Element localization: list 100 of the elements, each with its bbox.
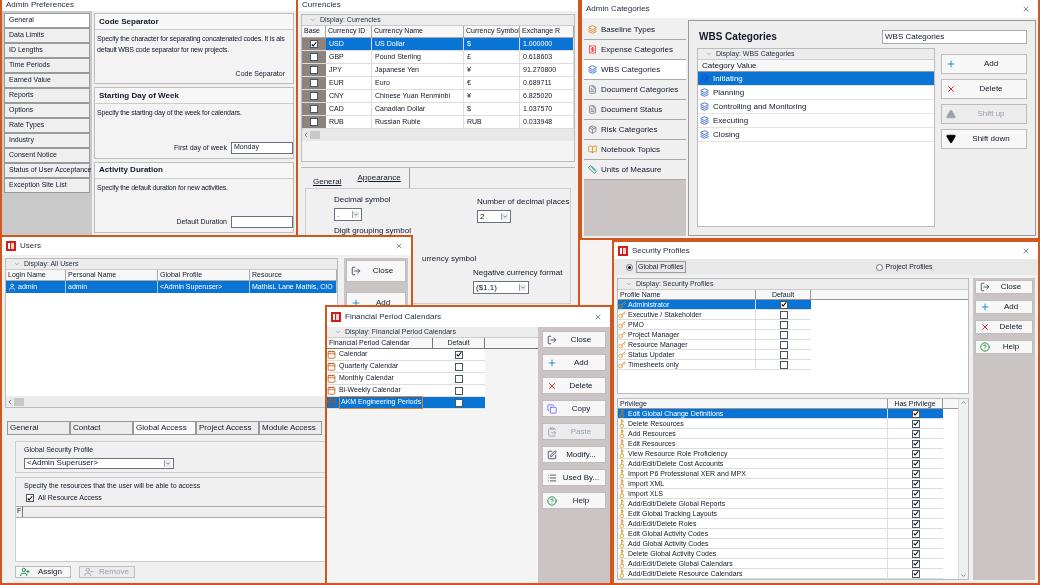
app-icon <box>6 241 16 251</box>
down-triangle-icon <box>946 134 956 144</box>
close-button[interactable]: Close <box>346 260 406 282</box>
list-row[interactable]: Closing <box>698 128 934 142</box>
delete-button[interactable]: Delete <box>542 377 606 394</box>
sidebar-item[interactable]: Document Status <box>584 100 686 120</box>
checkbox[interactable] <box>911 509 920 518</box>
box-icon <box>588 125 597 134</box>
modify-button[interactable]: Modify... <box>542 446 606 463</box>
tab[interactable]: Contact <box>70 421 133 435</box>
sidebar-item[interactable]: Notebook Topics <box>584 140 686 160</box>
column-header[interactable]: Category Value <box>698 60 934 72</box>
scroll-left-icon[interactable] <box>302 131 310 139</box>
checkbox[interactable] <box>455 362 463 371</box>
dropdown[interactable]: <Admin Superuser> <box>24 457 174 469</box>
field-label: Digit grouping symbol <box>334 225 411 237</box>
tab[interactable]: General <box>309 176 346 188</box>
sidebar-item[interactable]: WBS Categories <box>584 60 686 80</box>
checkbox[interactable] <box>911 479 920 488</box>
checkbox[interactable] <box>911 499 920 508</box>
checkbox[interactable] <box>911 549 920 558</box>
checkbox[interactable] <box>911 569 920 578</box>
dropdown[interactable]: . <box>334 208 362 221</box>
checkbox[interactable] <box>911 419 920 428</box>
section-heading: Starting Day of Week <box>95 88 293 105</box>
checkbox[interactable] <box>911 489 920 498</box>
sidebar-item[interactable]: Risk Categories <box>584 120 686 140</box>
sidebar-item[interactable]: Expense Categories <box>584 40 686 60</box>
dropdown[interactable]: 2 <box>476 210 511 223</box>
tab[interactable]: General <box>7 421 70 435</box>
checkbox[interactable] <box>779 320 788 329</box>
tab[interactable]: Project Access <box>196 421 259 435</box>
tab[interactable]: Appearance <box>353 168 410 188</box>
document-icon <box>588 105 597 114</box>
scrollbar-thumb[interactable] <box>14 397 24 406</box>
checkbox[interactable] <box>779 340 788 349</box>
checkbox[interactable] <box>455 350 463 359</box>
add-button[interactable]: Add <box>941 54 1027 74</box>
window-title: Financial Period Calendars <box>345 311 443 323</box>
name-field[interactable]: WBS Categories <box>882 29 1027 44</box>
checkbox[interactable] <box>455 386 463 395</box>
checkbox[interactable] <box>310 66 318 74</box>
copy-button[interactable]: Copy <box>542 400 606 417</box>
checkbox[interactable] <box>779 310 788 319</box>
checkbox[interactable] <box>911 519 920 528</box>
window-title: Currencies <box>302 0 342 11</box>
scrollbar-thumb[interactable] <box>310 131 320 139</box>
list-row[interactable]: Controlling and Monitoring <box>698 100 934 114</box>
checkbox[interactable] <box>911 409 920 418</box>
help-button[interactable]: Help <box>542 492 606 509</box>
checkbox[interactable] <box>779 360 788 369</box>
checkbox[interactable] <box>779 330 788 339</box>
radio-button[interactable] <box>875 263 883 271</box>
checkbox[interactable] <box>455 398 463 407</box>
input-field[interactable] <box>231 216 293 228</box>
tab[interactable]: Module Access <box>259 421 322 435</box>
add-button[interactable]: Add <box>975 300 1033 314</box>
tab[interactable]: Global Access <box>133 421 196 435</box>
checkbox[interactable] <box>911 529 920 538</box>
close-button[interactable]: Close <box>542 331 606 348</box>
plus-icon <box>351 298 361 308</box>
checkbox[interactable] <box>911 429 920 438</box>
checkbox[interactable] <box>911 559 920 568</box>
checkbox[interactable] <box>310 40 318 48</box>
assign-button[interactable]: Assign <box>15 566 71 578</box>
field-label: Number of decimal places <box>476 196 570 208</box>
help-button[interactable]: Help <box>975 340 1033 354</box>
window-title: Users <box>20 240 42 252</box>
list-row[interactable]: Initiating <box>698 72 934 86</box>
checkbox[interactable] <box>310 105 318 113</box>
radio-button[interactable] <box>626 263 633 271</box>
checkbox[interactable] <box>911 459 920 468</box>
ruler-icon <box>588 165 597 174</box>
checkbox[interactable] <box>779 300 788 309</box>
delete-button[interactable]: Delete <box>975 320 1033 334</box>
checkbox[interactable] <box>911 449 920 458</box>
close-button[interactable]: Close <box>975 280 1033 294</box>
window-title: Admin Preferences <box>6 0 76 11</box>
checkbox[interactable] <box>310 92 318 100</box>
add-button[interactable]: Add <box>542 354 606 371</box>
list-row[interactable]: Executing <box>698 114 934 128</box>
checkbox[interactable] <box>310 53 318 61</box>
checkbox[interactable] <box>310 79 318 87</box>
sidebar-item[interactable]: Document Categories <box>584 80 686 100</box>
checkbox[interactable] <box>455 374 463 383</box>
dropdown[interactable]: ($1.1) <box>473 281 529 294</box>
checkbox[interactable] <box>911 539 920 548</box>
scroll-left-icon[interactable] <box>6 397 14 406</box>
checkbox[interactable] <box>911 469 920 478</box>
sidebar-item[interactable]: Units of Measure <box>584 160 686 180</box>
calendar-icon <box>327 398 336 407</box>
checkbox[interactable] <box>310 118 318 126</box>
caret-icon <box>500 213 508 220</box>
checkbox[interactable] <box>911 439 920 448</box>
list-row[interactable]: Planning <box>698 86 934 100</box>
layers-icon <box>700 130 709 139</box>
delete-button[interactable]: Delete <box>941 79 1027 99</box>
checkbox[interactable] <box>779 350 788 359</box>
checkbox[interactable] <box>26 494 34 503</box>
sidebar-item[interactable]: Baseline Types <box>584 20 686 40</box>
